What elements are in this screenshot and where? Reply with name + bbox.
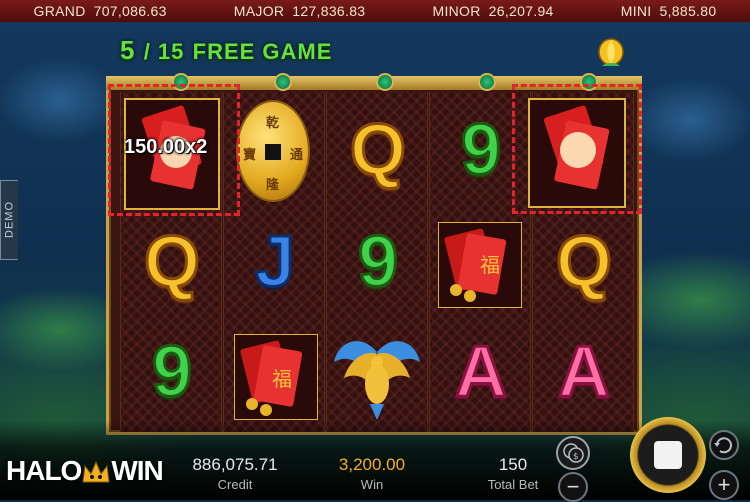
- free-game-current: 5: [120, 35, 136, 65]
- credit-label: Credit: [217, 477, 253, 492]
- coin-hole: [265, 144, 281, 160]
- jade-ornament-icon: [376, 73, 394, 91]
- jackpot-value: 5,885.80: [659, 3, 717, 19]
- decrease-bet-button[interactable]: −: [558, 472, 588, 502]
- symbol-letter: A: [557, 332, 612, 412]
- coin-character: 寶: [243, 147, 257, 162]
- symbol-letter: Q: [142, 222, 201, 302]
- symbol-letter: 9: [356, 222, 399, 302]
- win-value: 3,200.00: [338, 455, 406, 474]
- symbol-a: A: [431, 316, 531, 428]
- credit-display: 886,075.71 Credit: [180, 455, 290, 492]
- free-game-label: FREE GAME: [192, 39, 333, 64]
- jackpot-value: 26,207.94: [488, 3, 554, 19]
- envelope-character: 福: [480, 253, 500, 277]
- symbol-j: J: [225, 206, 325, 318]
- increase-bet-button[interactable]: +: [709, 470, 739, 500]
- symbol-letter: Q: [348, 110, 407, 190]
- demo-tab: DEMO: [0, 180, 18, 260]
- win-highlight: [512, 84, 642, 214]
- svg-text:$: $: [573, 452, 579, 462]
- win-label: Win: [360, 477, 384, 492]
- jackpot-value: 127,836.83: [292, 3, 366, 19]
- win-highlight: [108, 84, 240, 216]
- jackpot-major: MAJOR 127,836.83: [234, 3, 366, 19]
- coin-character: 通: [290, 147, 304, 162]
- jade-ornament-icon: [274, 73, 292, 91]
- red-envelope-icon: 福: [444, 228, 507, 302]
- win-display: 3,200.00 Win: [322, 455, 422, 492]
- logo-text-right: WIN: [111, 455, 163, 486]
- autoplay-button[interactable]: [709, 430, 739, 460]
- jackpot-name: MINOR: [432, 3, 481, 19]
- symbol-9: 9: [328, 206, 428, 318]
- jackpot-grand: GRAND 707,086.63: [34, 3, 167, 19]
- jade-ornament-icon: [478, 73, 496, 91]
- free-game-counter: 5 / 15 FREE GAME: [120, 35, 332, 66]
- jackpot-name: MINI: [620, 3, 652, 19]
- crown-logo-icon: [82, 460, 110, 483]
- symbol-letter: J: [253, 222, 296, 302]
- jackpot-value: 707,086.63: [93, 3, 167, 19]
- phoenix-icon: [334, 341, 420, 420]
- bet-value: 150: [498, 455, 528, 474]
- jackpot-name: GRAND: [33, 3, 86, 19]
- logo-text-left: HALO: [6, 455, 82, 486]
- jackpot-mini: MINI 5,885.80: [621, 3, 717, 19]
- coin-character: 乾: [266, 115, 280, 130]
- jackpot-minor: MINOR 26,207.94: [432, 3, 553, 19]
- total-bet-display: 150 Total Bet: [478, 455, 548, 492]
- minus-icon: −: [566, 474, 580, 499]
- symbol-q: Q: [122, 206, 222, 318]
- coin-character: 隆: [266, 177, 280, 192]
- free-game-total: / 15: [143, 39, 185, 64]
- lotus-icon: [598, 38, 624, 66]
- coins-icon: $: [563, 443, 584, 463]
- spin-stop-button[interactable]: [630, 417, 706, 493]
- bet-label: Total Bet: [487, 477, 539, 492]
- symbol-letter: 9: [150, 332, 193, 412]
- envelope-character: 福: [272, 367, 292, 391]
- plus-icon: +: [717, 472, 731, 497]
- credit-value: 886,075.71: [192, 455, 278, 474]
- symbol-letter: A: [454, 332, 509, 412]
- symbol-letter: 9: [459, 110, 502, 190]
- jackpot-bar: GRAND 707,086.63 MAJOR 127,836.83 MINOR …: [0, 0, 750, 22]
- coins-button[interactable]: $: [556, 436, 590, 470]
- stop-icon: [654, 441, 682, 469]
- symbol-9: 9: [122, 316, 222, 428]
- demo-label: DEMO: [3, 201, 16, 239]
- symbol-q: Q: [534, 206, 634, 318]
- refresh-icon: [714, 437, 732, 454]
- symbol-letter: Q: [554, 222, 613, 302]
- jackpot-name: MAJOR: [233, 3, 285, 19]
- symbol-q: Q: [328, 94, 428, 206]
- gold-coin-icon: 乾 通 隆 寶: [236, 100, 310, 202]
- symbol-a: A: [534, 316, 634, 428]
- red-envelope-icon: 福: [240, 340, 303, 416]
- halowin-logo: HALO WIN: [6, 455, 164, 487]
